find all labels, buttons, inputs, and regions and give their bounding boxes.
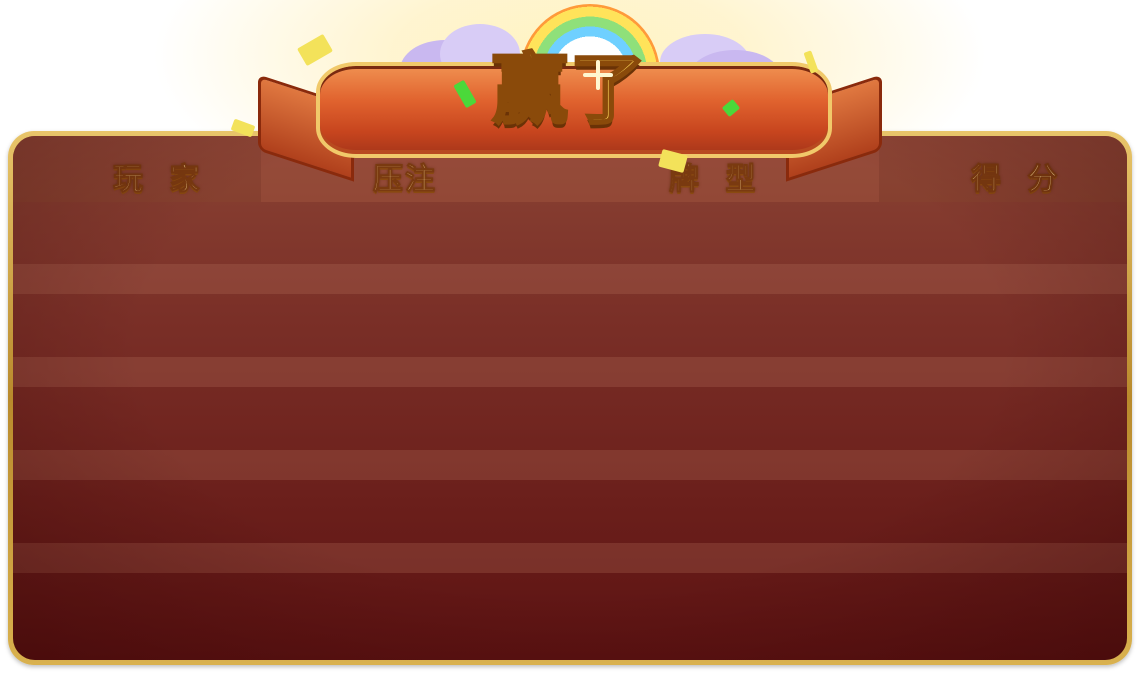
results-panel-body: 玩 家 压注 牌 型 得 分 <box>13 136 1127 660</box>
column-header-player: 玩 家 <box>112 162 208 198</box>
sparkle-icon <box>583 73 613 77</box>
row-stripe <box>13 450 1127 480</box>
row-stripe <box>13 264 1127 294</box>
win-banner: 赢了 <box>250 0 890 182</box>
row-stripe <box>13 543 1127 573</box>
results-panel: 玩 家 压注 牌 型 得 分 <box>8 131 1132 665</box>
column-header-score: 得 分 <box>970 162 1066 198</box>
win-title: 赢了 <box>491 44 648 136</box>
row-stripe <box>13 357 1127 387</box>
